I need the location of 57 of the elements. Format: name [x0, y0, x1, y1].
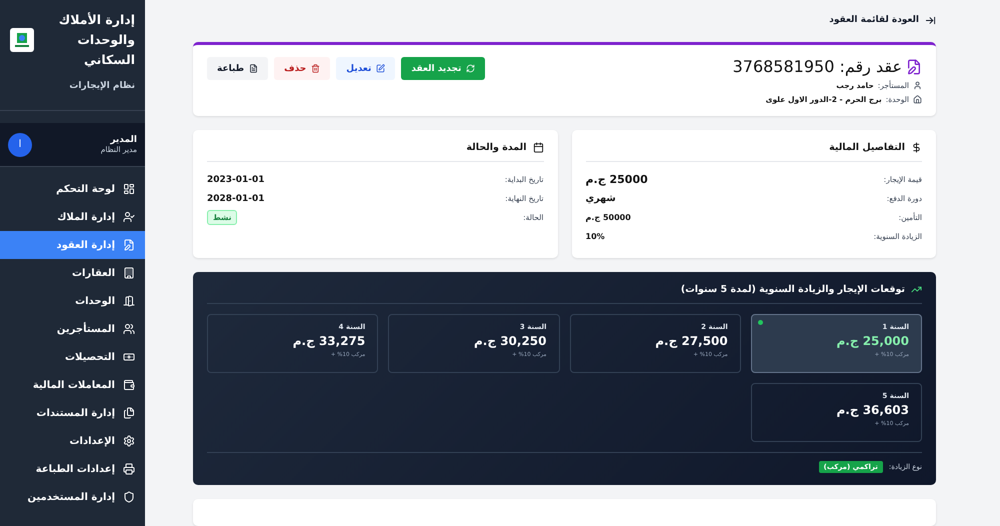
year-amount: 27,500 ج.م — [655, 334, 728, 348]
banknote-icon — [123, 351, 135, 363]
status-dot — [758, 320, 763, 326]
app-title: إدارة الأملاك والوحدات السكاني — [58, 11, 135, 69]
document-icon — [249, 64, 258, 74]
year-amount: 25,000 ج.م — [836, 334, 909, 348]
shield-icon — [123, 491, 135, 503]
nav-item[interactable]: المستأجرين — [0, 315, 145, 343]
nav-item[interactable]: المعاملات المالية — [0, 371, 145, 399]
field-value: 2028-01-01 — [207, 194, 265, 204]
user-icon — [913, 81, 922, 90]
edit-button[interactable]: تعديل — [336, 57, 396, 80]
dollar-icon — [911, 142, 922, 154]
door-icon — [123, 295, 135, 307]
card-title: توقعات الإيجار والزيادة السنوية (لمدة 5 سنوات) — [207, 284, 922, 304]
field-value: 10% — [586, 232, 605, 242]
card-title: المدة والحالة — [207, 142, 544, 162]
trash-icon — [311, 64, 320, 74]
user-name: المدير — [109, 135, 137, 145]
nav-item[interactable]: العقارات — [0, 259, 145, 287]
users-icon — [123, 323, 135, 335]
user-check-icon — [123, 211, 135, 223]
delete-button[interactable]: حذف — [274, 57, 330, 80]
user-avatar: ا — [8, 132, 32, 156]
nav-item[interactable]: الوحدات — [0, 287, 145, 315]
field-value: 50000 ج.م — [586, 213, 631, 222]
calendar-icon — [532, 142, 544, 154]
year-amount: 30,250 ج.م — [474, 334, 546, 348]
arrow-icon — [925, 14, 936, 26]
field-value: 2023-01-01 — [207, 174, 265, 185]
contract-title: عقد رقم: 3768581950 — [732, 57, 922, 76]
wallet-icon — [123, 379, 135, 391]
printer-icon — [123, 463, 135, 475]
nav-item[interactable]: إدارة المستندات — [0, 399, 145, 427]
nav-item[interactable]: الإعدادات — [0, 427, 145, 455]
settings-icon — [123, 435, 135, 447]
print-button[interactable]: طباعة — [207, 57, 268, 80]
back-link[interactable]: العودة لقائمة العقود — [829, 12, 936, 28]
year-amount: 33,275 ج.م — [292, 334, 366, 348]
building-icon — [123, 267, 135, 279]
files-icon — [123, 407, 135, 419]
card-title: التفاصيل المالية — [586, 142, 922, 162]
edit-icon — [376, 64, 386, 74]
year-amount: 36,603 ج.م — [836, 403, 909, 418]
nav-item[interactable]: لوحة التحكم — [0, 175, 145, 203]
nav-item[interactable]: إدارة العقود — [0, 231, 145, 259]
field-value: 25000 ج.م — [586, 173, 648, 186]
refresh-icon — [466, 64, 476, 74]
app-subtitle: نظام الإيجارات — [68, 80, 135, 93]
nav-item[interactable]: إعدادات الطباعة — [0, 455, 145, 483]
nav-item[interactable]: التحصيلات — [0, 343, 145, 371]
nav-item[interactable]: إدارة المستخدمين — [0, 483, 145, 511]
nav-item[interactable]: إدارة الملاك — [0, 203, 145, 231]
file-pen-icon — [123, 239, 135, 251]
field-value: شهري — [586, 193, 616, 204]
file-pen-icon — [906, 58, 922, 75]
logo-icon — [10, 28, 34, 52]
